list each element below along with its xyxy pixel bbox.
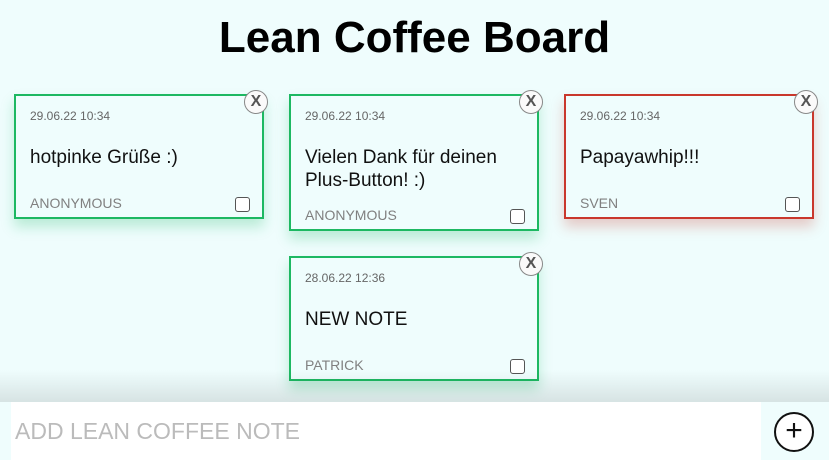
note-date: 29.06.22 10:34 [305,109,386,123]
note-card: 29.06.22 10:34 Papayawhip!!! SVEN X [564,90,818,219]
note-author: ANONYMOUS [30,195,122,211]
note-card: 28.06.22 12:36 NEW NOTE PATRICK X [289,252,543,381]
close-icon[interactable]: X [244,90,268,114]
note-text: Vielen Dank für deinen Plus-Button! :) [305,147,497,191]
note-checkbox[interactable] [785,197,800,212]
note-checkbox[interactable] [235,197,250,212]
plus-icon[interactable]: + [774,412,814,452]
note-text: hotpinke Grüße :) [30,147,178,168]
note-author: SVEN [580,195,619,211]
page-title: Lean Coffee Board [218,13,611,62]
note-date: 29.06.22 10:34 [580,109,661,123]
note-author: ANONYMOUS [305,207,397,223]
note-card: 29.06.22 10:34 hotpinke Grüße :) ANONYMO… [14,90,268,219]
close-icon[interactable]: X [519,252,543,276]
note-date: 28.06.22 12:36 [305,271,386,285]
close-icon[interactable]: X [794,90,818,114]
footer-shadow [0,370,829,402]
note-text: NEW NOTE [305,309,408,330]
close-icon[interactable]: X [519,90,543,114]
note-card: 29.06.22 10:34 Vielen Dank für deinen Pl… [289,90,543,231]
note-date: 29.06.22 10:34 [30,109,111,123]
add-note-input[interactable] [11,402,761,460]
note-text: Papayawhip!!! [580,147,700,168]
note-checkbox[interactable] [510,209,525,224]
